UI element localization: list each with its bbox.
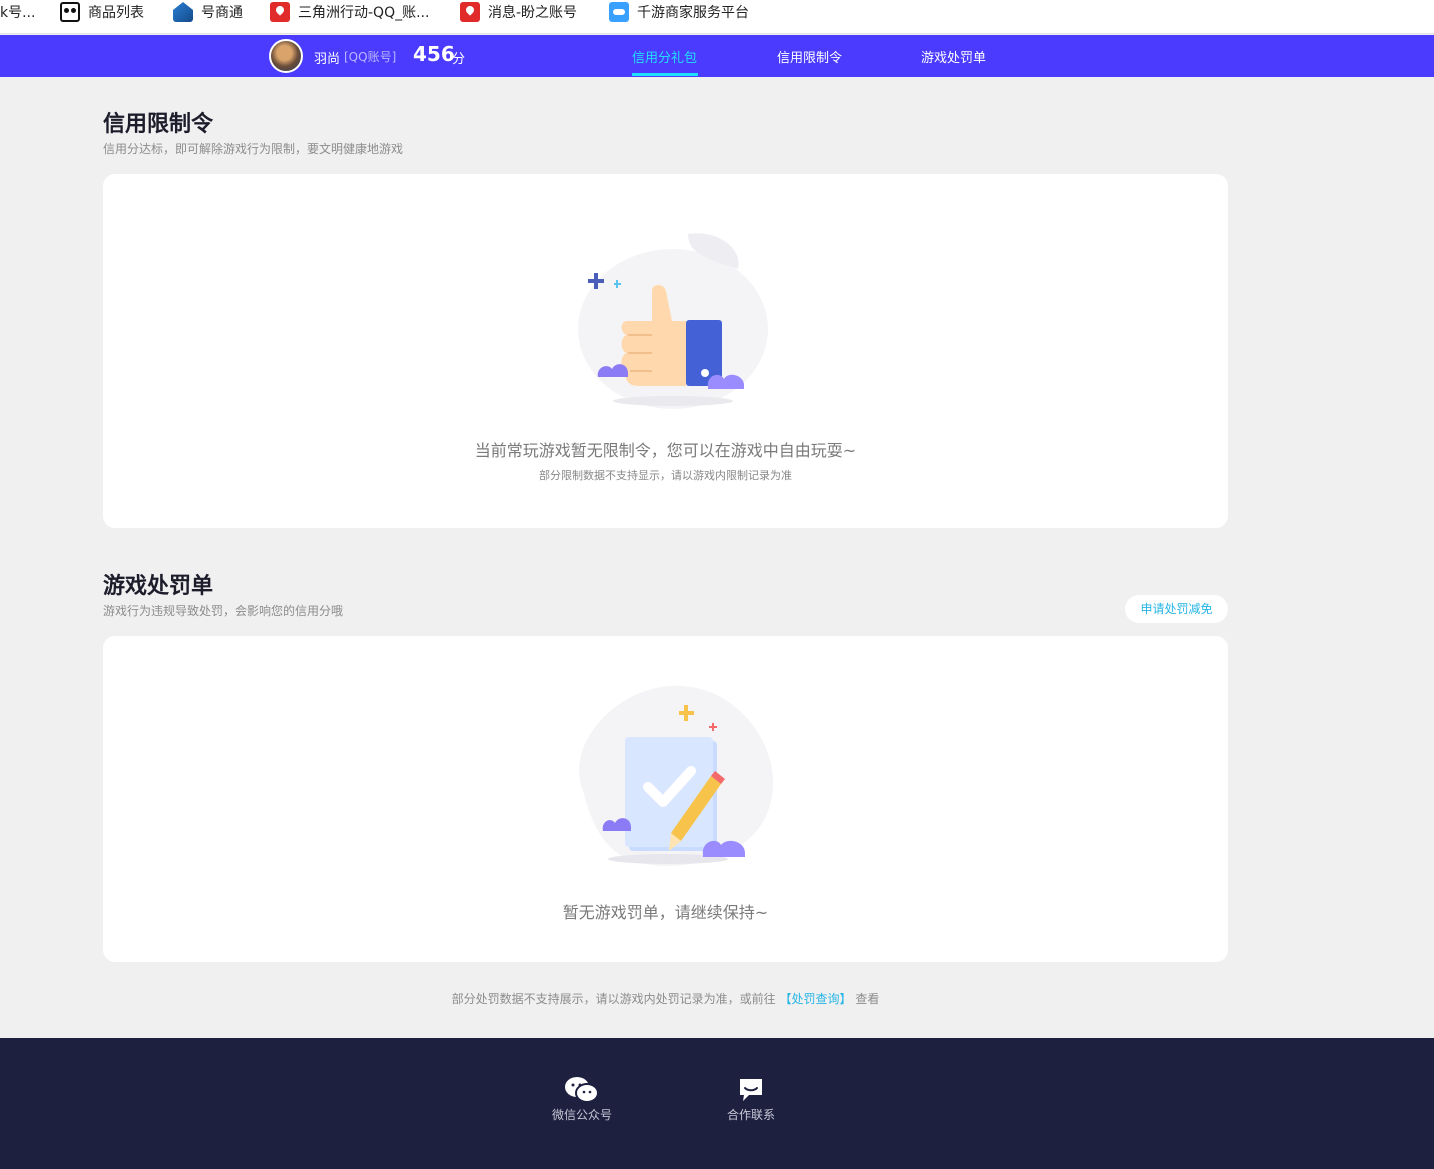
- wechat-icon: [565, 1077, 599, 1103]
- restriction-note: 部分限制数据不支持显示，请以游戏内限制记录为准: [539, 469, 792, 482]
- credit-score: 456: [413, 42, 455, 66]
- footer-label: 合作联系: [727, 1108, 776, 1122]
- account-type: [QQ账号]: [344, 50, 397, 64]
- gamepad-icon: [609, 2, 629, 22]
- bookmark-label: 商品列表: [88, 5, 144, 21]
- penalty-title: 游戏处罚单: [103, 574, 214, 599]
- footer-contact[interactable]: 合作联系: [727, 1076, 775, 1123]
- bookmarks-bar: k号... 商品列表 号商通 三角洲行动-QQ_账... 消息-盼之账号 千游商…: [0, 0, 1434, 34]
- bookmark-label: 三角洲行动-QQ_账...: [298, 5, 430, 21]
- avatar[interactable]: [269, 39, 303, 73]
- chat-icon: [740, 1079, 762, 1101]
- top-nav: 羽尚 [QQ账号] 456 分 信用分礼包 信用限制令 游戏处罚单: [0, 35, 1434, 77]
- footnote-text: 部分处罚数据不支持展示，请以游戏内处罚记录为准，或前往: [451, 992, 776, 1006]
- bookmark-item-4[interactable]: 消息-盼之账号: [460, 0, 577, 24]
- restriction-empty-message: 当前常玩游戏暂无限制令，您可以在游戏中自由玩耍~: [474, 441, 857, 460]
- thumbs-up-illustration: [578, 233, 768, 409]
- footer-wechat[interactable]: 微信公众号: [552, 1076, 612, 1123]
- active-tab-indicator: [632, 73, 698, 76]
- penalty-card: 暂无游戏罚单，请继续保持~: [103, 636, 1228, 962]
- penalty-footnote: 部分处罚数据不支持展示，请以游戏内处罚记录为准，或前往 【处罚查询】 查看: [0, 990, 1331, 1007]
- bookmark-label: 号商通: [201, 5, 243, 21]
- bookmark-item-2[interactable]: 号商通: [173, 0, 243, 24]
- penalty-query-link[interactable]: 【处罚查询】: [779, 992, 851, 1006]
- tab-credit-gift[interactable]: 信用分礼包: [632, 47, 697, 66]
- restriction-title: 信用限制令: [103, 112, 214, 137]
- bookmark-item-3[interactable]: 三角洲行动-QQ_账...: [270, 0, 429, 24]
- footer-label: 微信公众号: [552, 1108, 613, 1122]
- bookmark-item-1[interactable]: 商品列表: [60, 0, 144, 24]
- bookmark-label: k号...: [0, 5, 36, 21]
- tab-game-penalty[interactable]: 游戏处罚单: [921, 47, 986, 66]
- bookmark-item-0[interactable]: k号...: [0, 0, 35, 24]
- penalty-empty-message: 暂无游戏罚单，请继续保持~: [562, 903, 769, 922]
- penalty-subtitle: 游戏行为违规导致处罚，会影响您的信用分哦: [103, 604, 344, 618]
- bookmark-item-5[interactable]: 千游商家服务平台: [609, 0, 749, 24]
- bookmark-label: 消息-盼之账号: [488, 5, 578, 21]
- red-pin-icon: [270, 2, 290, 22]
- credit-score-unit: 分: [452, 52, 466, 67]
- house-icon: [173, 2, 193, 22]
- red-pin-icon: [460, 2, 480, 22]
- apply-penalty-reduction-button[interactable]: 申请处罚减免: [1125, 595, 1228, 623]
- bookmark-label: 千游商家服务平台: [637, 5, 749, 21]
- restriction-subtitle: 信用分达标，即可解除游戏行为限制，要文明健康地游戏: [103, 142, 404, 156]
- username: 羽尚: [314, 52, 341, 67]
- footer: 微信公众号 合作联系: [0, 1038, 1434, 1169]
- tab-credit-restriction[interactable]: 信用限制令: [777, 47, 842, 66]
- checklist-pencil-illustration: [579, 685, 774, 866]
- panda-icon: [60, 2, 80, 22]
- restriction-card: 当前常玩游戏暂无限制令，您可以在游戏中自由玩耍~ 部分限制数据不支持显示，请以游…: [103, 174, 1228, 528]
- footnote-suffix: 查看: [855, 992, 880, 1006]
